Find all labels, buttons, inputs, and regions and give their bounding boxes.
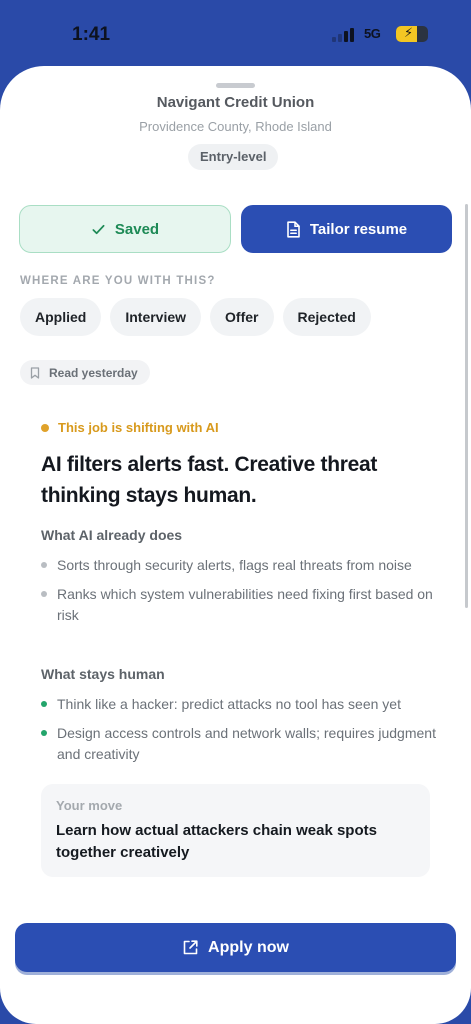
status-chip-offer[interactable]: Offer bbox=[210, 298, 274, 336]
read-status-badge: Read yesterday bbox=[20, 360, 150, 385]
battery-icon: ⚡ bbox=[396, 26, 428, 42]
your-move-label: Your move bbox=[56, 798, 123, 813]
bullet-dot bbox=[41, 701, 47, 707]
stays-human-list: Think like a hacker: predict attacks no … bbox=[41, 694, 436, 773]
ai-shift-label: This job is shifting with AI bbox=[58, 420, 219, 435]
progress-section-label: WHERE ARE YOU WITH THIS? bbox=[20, 275, 216, 287]
ai-does-heading: What AI already does bbox=[41, 527, 183, 543]
list-item: Ranks which system vulnerabilities need … bbox=[41, 584, 436, 626]
bullet-dot bbox=[41, 730, 47, 736]
ai-does-list: Sorts through security alerts, flags rea… bbox=[41, 555, 436, 634]
status-time: 1:41 bbox=[72, 24, 111, 45]
check-icon bbox=[92, 224, 105, 234]
bookmark-icon bbox=[30, 366, 40, 379]
scrollbar[interactable] bbox=[465, 204, 468, 608]
document-icon bbox=[287, 220, 300, 238]
ai-shift-tag: This job is shifting with AI bbox=[41, 420, 219, 435]
list-item: Design access controls and network walls… bbox=[41, 723, 436, 765]
signal-icon bbox=[332, 28, 356, 42]
job-location: Providence County, Rhode Island bbox=[139, 119, 332, 134]
network-label: 5G bbox=[364, 26, 381, 41]
level-badge: Entry-level bbox=[188, 144, 279, 170]
status-bar: 1:41 5G ⚡ bbox=[0, 0, 471, 68]
tailor-resume-button[interactable]: Tailor resume bbox=[241, 205, 452, 253]
status-chip-interview[interactable]: Interview bbox=[110, 298, 202, 336]
ai-dot-icon bbox=[41, 423, 49, 432]
list-item: Sorts through security alerts, flags rea… bbox=[41, 555, 436, 576]
status-chip-applied[interactable]: Applied bbox=[20, 298, 102, 336]
saved-button[interactable]: Saved bbox=[19, 205, 231, 253]
your-move-card: Your move Learn how actual attackers cha… bbox=[41, 784, 430, 877]
status-chip-rejected[interactable]: Rejected bbox=[282, 298, 371, 336]
read-status-text: Read yesterday bbox=[49, 365, 138, 380]
your-move-text: Learn how actual attackers chain weak sp… bbox=[56, 822, 377, 861]
company-name: Navigant Credit Union bbox=[156, 94, 315, 111]
progress-options: Applied Interview Offer Rejected bbox=[20, 298, 371, 336]
saved-label: Saved bbox=[114, 220, 160, 238]
apply-now-button[interactable]: Apply now bbox=[15, 923, 456, 972]
bullet-dot bbox=[41, 591, 47, 597]
job-detail-sheet: Navigant Credit Union Providence County,… bbox=[0, 66, 471, 1024]
bullet-dot bbox=[41, 562, 47, 568]
list-item: Think like a hacker: predict attacks no … bbox=[41, 694, 436, 715]
sheet-grabber[interactable] bbox=[216, 83, 255, 88]
stays-human-heading: What stays human bbox=[41, 666, 165, 682]
ai-headline: AI filters alerts fast. Creative threat … bbox=[41, 453, 378, 507]
tailor-resume-label: Tailor resume bbox=[309, 220, 408, 238]
external-link-icon bbox=[183, 940, 198, 955]
apply-now-label: Apply now bbox=[208, 938, 289, 956]
